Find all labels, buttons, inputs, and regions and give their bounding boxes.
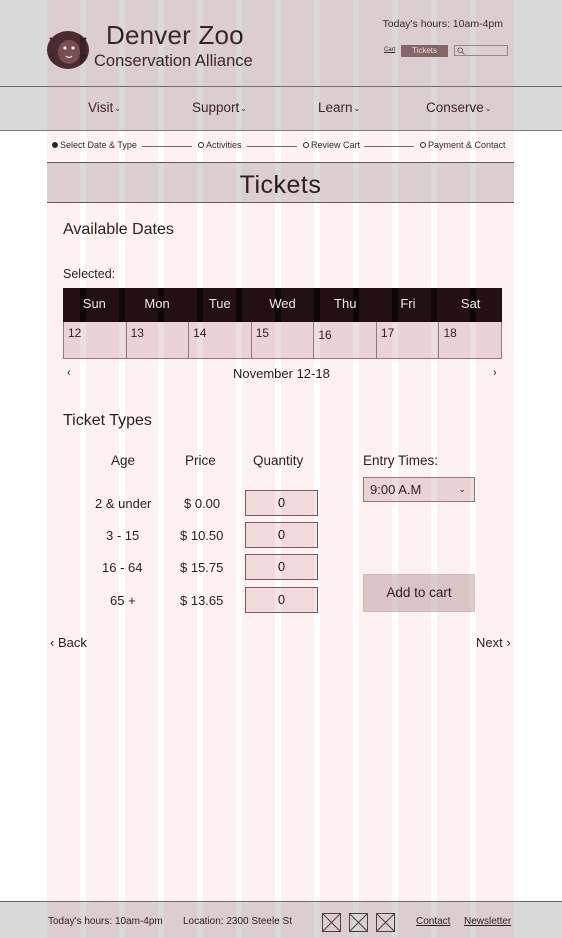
title-band: Tickets xyxy=(47,162,514,203)
site-header: Denver Zoo Conservation Alliance Today's… xyxy=(0,0,562,87)
step-label: Activities xyxy=(206,140,242,150)
entry-times-label: Entry Times: xyxy=(363,453,439,468)
social-placeholder-icon[interactable] xyxy=(376,913,395,932)
chevron-down-icon: ⌄ xyxy=(353,104,361,113)
quantity-field[interactable]: 0 xyxy=(245,587,318,613)
chevron-down-icon: ⌄ xyxy=(458,484,466,494)
calendar-date-cell[interactable]: 15 xyxy=(251,322,315,359)
calendar-day-name: Wed xyxy=(269,296,296,311)
footer-newsletter-link[interactable]: Newsletter xyxy=(464,916,511,927)
calendar-date-cell[interactable]: 14 xyxy=(189,322,252,359)
step-review-cart[interactable]: Review Cart xyxy=(303,140,360,150)
nav-label: Support xyxy=(192,100,240,115)
calendar-date-cell[interactable]: 16 xyxy=(314,322,377,359)
week-calendar: Sun Mon Tue Wed Thu Fri Sat 12 13 14 15 … xyxy=(63,288,503,359)
step-activities[interactable]: Activities xyxy=(198,140,242,150)
nav-item-learn[interactable]: Learn⌄ xyxy=(318,100,360,115)
calendar-week-row: 12 13 14 15 16 17 18 xyxy=(63,322,503,359)
quantity-field[interactable]: 0 xyxy=(245,522,318,548)
step-label: Review Cart xyxy=(311,140,361,150)
calendar-date-cell[interactable]: 13 xyxy=(126,322,190,359)
ticket-price: $ 13.65 xyxy=(180,593,224,608)
ticket-age: 16 - 64 xyxy=(102,560,143,575)
calendar-day-name: Mon xyxy=(144,296,170,311)
page-title: Tickets xyxy=(239,171,322,199)
calendar-day-name: Sat xyxy=(460,296,481,311)
nav-item-visit[interactable]: Visit⌄ xyxy=(88,100,121,115)
previous-week-icon[interactable]: ‹ xyxy=(67,367,71,379)
calendar-day-name: Tue xyxy=(208,296,231,311)
social-placeholder-icon[interactable] xyxy=(349,913,368,932)
site-title[interactable]: Denver Zoo xyxy=(106,20,244,51)
step-filled-dot-icon xyxy=(52,142,58,148)
date-range-label: November 12-18 xyxy=(233,366,330,381)
ticket-types-heading: Ticket Types xyxy=(63,412,152,429)
calendar-date-cell[interactable]: 12 xyxy=(63,322,127,359)
tickets-button[interactable]: Tickets xyxy=(401,45,448,57)
site-subtitle: Conservation Alliance xyxy=(94,52,253,70)
entry-time-value: 9:00 A.M xyxy=(370,482,422,497)
step-empty-dot-icon xyxy=(303,142,309,148)
calendar-date-cell[interactable]: 17 xyxy=(376,322,440,359)
lion-logo-icon[interactable] xyxy=(46,28,90,70)
ticket-age: 3 - 15 xyxy=(106,528,140,543)
step-payment-contact[interactable]: Payment & Contact xyxy=(420,140,506,150)
ticket-price: $ 0.00 xyxy=(184,496,221,511)
ticket-price: $ 15.75 xyxy=(180,560,224,575)
step-select-date[interactable]: Select Date & Type xyxy=(52,140,137,150)
nav-item-conserve[interactable]: Conserve⌄ xyxy=(426,100,491,115)
add-to-cart-button[interactable]: Add to cart xyxy=(363,574,475,612)
step-empty-dot-icon xyxy=(198,142,204,148)
quantity-field[interactable]: 0 xyxy=(245,490,318,516)
calendar-date-cell[interactable]: 18 xyxy=(439,322,503,359)
nav-item-support[interactable]: Support⌄ xyxy=(192,100,247,115)
calendar-day-name: Thu xyxy=(334,296,357,311)
step-divider xyxy=(142,146,192,147)
social-placeholder-icon[interactable] xyxy=(322,913,341,932)
entry-time-select[interactable]: 9:00 A.M ⌄ xyxy=(363,477,475,502)
footer-location: Location: 2300 Steele St xyxy=(183,916,292,927)
search-input[interactable] xyxy=(454,45,508,56)
step-label: Payment & Contact xyxy=(428,140,506,150)
footer-contact-link[interactable]: Contact xyxy=(416,916,450,927)
available-dates-heading: Available Dates xyxy=(63,221,174,238)
ticket-price: $ 10.50 xyxy=(180,528,224,543)
chevron-down-icon: ⌄ xyxy=(240,104,247,113)
nav-label: Conserve xyxy=(426,100,484,115)
calendar-header: Sun Mon Tue Wed Thu Fri Sat xyxy=(63,288,502,322)
step-empty-dot-icon xyxy=(420,142,426,148)
chevron-down-icon: ⌄ xyxy=(484,104,492,113)
step-divider xyxy=(364,146,414,147)
todays-hours: Today's hours: 10am-4pm xyxy=(382,18,503,30)
search-icon xyxy=(457,47,465,55)
quantity-field[interactable]: 0 xyxy=(245,554,318,580)
chevron-down-icon: ⌄ xyxy=(114,104,121,113)
calendar-day-name: Sun xyxy=(82,296,106,311)
next-link[interactable]: Next › xyxy=(476,635,511,650)
nav-label: Visit xyxy=(88,100,114,115)
ticket-age: 2 & under xyxy=(95,496,152,511)
price-column-header: Price xyxy=(185,453,216,468)
selected-label: Selected: xyxy=(63,267,116,281)
quantity-column-header: Quantity xyxy=(253,453,304,468)
checkout-steps: Select Date & Type Activities Review Car… xyxy=(52,140,512,154)
age-column-header: Age xyxy=(111,453,136,468)
main-nav: Visit⌄ Support⌄ Learn⌄ Conserve⌄ xyxy=(0,87,562,131)
nav-label: Learn xyxy=(318,100,353,115)
cart-link[interactable]: Cart xyxy=(384,47,395,53)
ticket-age: 65 + xyxy=(110,593,136,608)
step-divider xyxy=(247,146,297,147)
site-footer: Today's hours: 10am-4pm Location: 2300 S… xyxy=(0,901,562,938)
back-link[interactable]: ‹ Back xyxy=(50,635,87,650)
next-week-icon[interactable]: › xyxy=(493,367,497,379)
footer-hours: Today's hours: 10am-4pm xyxy=(48,916,163,927)
step-label: Select Date & Type xyxy=(60,140,137,150)
calendar-day-name: Fri xyxy=(400,296,416,311)
